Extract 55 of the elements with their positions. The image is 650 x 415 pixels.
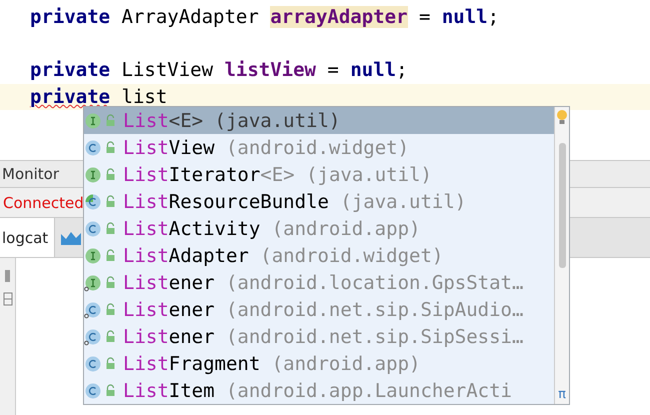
tool-tab[interactable]: logcat: [0, 218, 56, 257]
lock-icon: [105, 114, 116, 127]
code-field: listView: [224, 59, 316, 82]
code-text: ;: [488, 6, 500, 28]
completion-item[interactable]: ListView (android.widget): [84, 134, 554, 161]
item-name: List<E> (java.util): [123, 110, 340, 132]
completion-item[interactable]: ListResourceBundle (java.util): [84, 188, 554, 215]
completion-item[interactable]: Listener (android.net.sip.SipAudio…: [84, 296, 554, 323]
toolbar-icon[interactable]: [2, 292, 12, 306]
code-keyword: private: [30, 86, 110, 108]
item-name: Listener (android.net.sip.SipAudio…: [123, 298, 524, 320]
lock-icon: [105, 303, 116, 316]
completion-item[interactable]: ListActivity (android.app): [84, 215, 554, 242]
code-field: arrayAdapter: [270, 6, 408, 28]
code-text: ArrayAdapter: [120, 6, 260, 28]
completion-item[interactable]: ListIterator<E> (java.util): [84, 161, 554, 188]
item-name: ListFragment (android.app): [123, 352, 420, 374]
code-keyword: private: [30, 59, 110, 82]
scrollbar-thumb[interactable]: [558, 143, 566, 268]
completion-item[interactable]: ListFragment (android.app): [84, 350, 554, 377]
lightbulb-icon[interactable]: [556, 109, 568, 125]
item-name: ListActivity (android.app): [123, 218, 420, 240]
lock-icon: [105, 330, 116, 343]
code-text: list: [120, 86, 168, 108]
code-text: ListView: [120, 59, 214, 82]
lock-icon: [105, 276, 116, 289]
pi-icon: π: [558, 387, 566, 402]
item-name: ListIterator<E> (java.util): [123, 164, 432, 186]
completion-item[interactable]: Listener (android.location.GpsStat…: [84, 269, 554, 296]
code-text: ;: [396, 59, 408, 82]
code-keyword: private: [30, 6, 110, 28]
completion-item[interactable]: Listener (android.net.sip.SipSessi…: [84, 323, 554, 350]
connection-status: Connected: [2, 194, 84, 212]
code-keyword: null: [442, 6, 488, 28]
item-name: ListResourceBundle (java.util): [123, 190, 466, 212]
lock-icon: [105, 249, 116, 262]
completion-item[interactable]: ListItem (android.app.LauncherActi: [84, 377, 554, 404]
lock-icon: [105, 384, 116, 397]
lock-icon: [105, 195, 116, 208]
item-name: ListView (android.widget): [123, 136, 410, 158]
lock-icon: [105, 141, 116, 154]
toolbar-icon[interactable]: [3, 270, 12, 282]
item-name: Listener (android.net.sip.SipSessi…: [123, 326, 524, 348]
chart-icon[interactable]: [61, 230, 82, 244]
code-text: =: [418, 6, 432, 28]
code-text: =: [326, 59, 340, 82]
completion-item[interactable]: List<E> (java.util): [84, 107, 554, 134]
item-name: ListItem (android.app.LauncherActi: [123, 380, 512, 402]
completion-item[interactable]: ListAdapter (android.widget): [84, 242, 554, 269]
item-name: ListAdapter (android.widget): [123, 244, 444, 266]
code-keyword: null: [350, 59, 396, 82]
item-name: Listener (android.location.GpsStat…: [123, 272, 524, 294]
lock-icon: [105, 168, 116, 181]
lock-icon: [105, 357, 116, 370]
lock-icon: [105, 222, 116, 235]
